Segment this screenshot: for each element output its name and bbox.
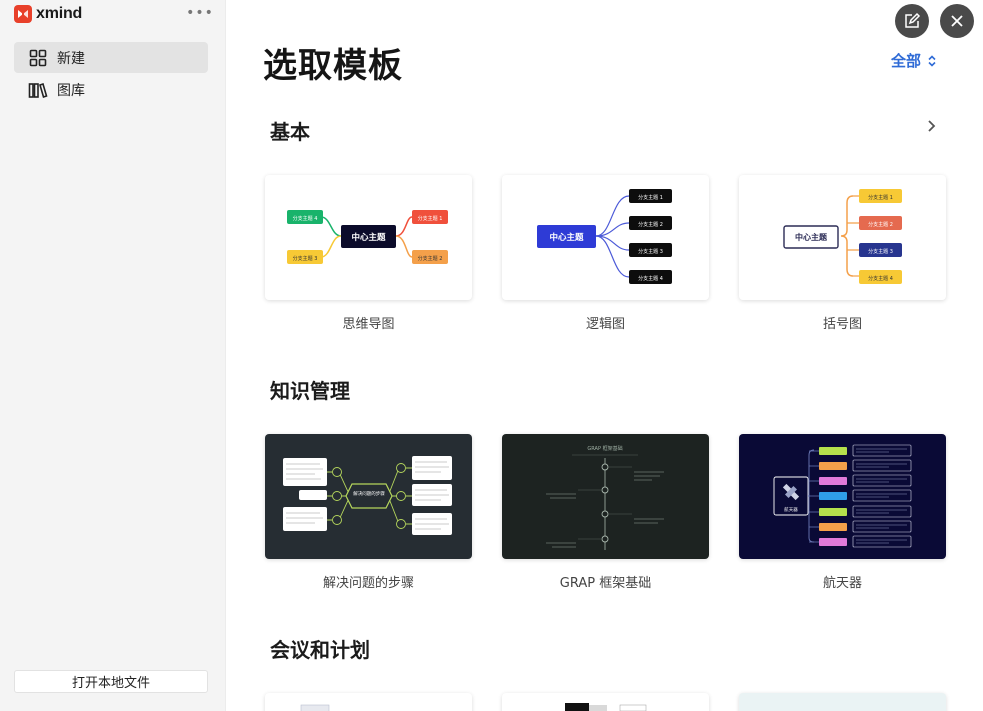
map-center: GRAP 框架基础 xyxy=(587,445,622,452)
template-card-grap-framework[interactable]: GRAP 框架基础 xyxy=(502,434,709,559)
close-button[interactable] xyxy=(940,4,974,38)
section-title-knowledge: 知识管理 xyxy=(270,379,350,403)
main-content: 选取模板 全部 基本 中心主题 分支主题 4 分支主题 3 分支主题 1 分支主… xyxy=(227,0,983,711)
chevron-updown-icon xyxy=(927,54,937,68)
map-branch: 分支主题 2 xyxy=(868,221,893,228)
template-card-brace-map[interactable]: 中心主题 分支主题 1 分支主题 2 分支主题 3 分支主题 4 xyxy=(739,175,946,300)
template-card-problem-solving[interactable]: 解决问题的步骤 xyxy=(265,434,472,559)
map-branch: 分支主题 4 xyxy=(293,215,318,222)
map-branch: 分支主题 3 xyxy=(293,255,318,262)
template-label: GRAP 框架基础 xyxy=(559,576,652,591)
template-label: 逻辑图 xyxy=(585,317,625,332)
section-title-meetings: 会议和计划 xyxy=(270,638,370,662)
template-label: 括号图 xyxy=(822,317,862,332)
map-branch: 分支主题 1 xyxy=(638,194,663,201)
sidebar-item-label: 新建 xyxy=(57,50,85,67)
library-icon xyxy=(28,80,48,100)
template-card-meeting-1[interactable] xyxy=(265,693,472,711)
template-label: 解决问题的步骤 xyxy=(322,576,414,591)
map-branch: 分支主题 3 xyxy=(868,248,893,255)
template-card-meeting-2[interactable] xyxy=(502,693,709,711)
map-branch: 分支主题 3 xyxy=(638,248,663,255)
sidebar: xmind ••• 新建 图库 打开本地文件 xyxy=(0,0,226,711)
template-label: 航天器 xyxy=(822,576,862,591)
close-icon xyxy=(951,15,963,27)
sidebar-item-label: 图库 xyxy=(57,82,85,99)
map-branch: 分支主题 2 xyxy=(418,255,443,262)
sidebar-item-library[interactable]: 图库 xyxy=(14,74,208,105)
edit-icon xyxy=(905,12,921,28)
brand-name: xmind xyxy=(36,5,83,22)
map-center: 中心主题 xyxy=(795,232,828,242)
section-more-button[interactable] xyxy=(923,116,941,136)
sidebar-item-new[interactable]: 新建 xyxy=(14,42,208,73)
template-card-spacecraft[interactable]: 航天器 xyxy=(739,434,946,559)
template-card-mindmap[interactable]: 中心主题 分支主题 4 分支主题 3 分支主题 1 分支主题 2 xyxy=(265,175,472,300)
xmind-logo-icon xyxy=(14,5,32,23)
map-center: 中心主题 xyxy=(549,232,584,243)
grid-icon xyxy=(28,48,48,68)
chevron-right-icon xyxy=(928,120,936,132)
more-options-button[interactable]: ••• xyxy=(186,4,213,22)
map-center: 中心主题 xyxy=(351,232,386,243)
brand: xmind xyxy=(14,4,82,24)
template-card-meeting-3[interactable] xyxy=(739,693,946,711)
page-title: 选取模板 xyxy=(263,46,403,86)
map-center: 解决问题的步骤 xyxy=(353,490,385,497)
open-local-file-button[interactable]: 打开本地文件 xyxy=(14,670,208,693)
map-branch: 分支主题 1 xyxy=(868,194,893,201)
template-label: 思维导图 xyxy=(342,317,395,332)
map-branch: 分支主题 2 xyxy=(638,221,663,228)
filter-dropdown[interactable]: 全部 xyxy=(891,50,937,71)
section-title-basic: 基本 xyxy=(270,120,310,144)
map-branch: 分支主题 4 xyxy=(638,275,663,282)
filter-label: 全部 xyxy=(891,52,922,70)
map-branch: 分支主题 1 xyxy=(418,215,443,222)
map-branch: 分支主题 4 xyxy=(868,275,893,282)
template-card-logic-chart[interactable]: 中心主题 分支主题 1 分支主题 2 分支主题 3 分支主题 4 xyxy=(502,175,709,300)
edit-button[interactable] xyxy=(895,4,929,38)
map-center: 航天器 xyxy=(784,506,798,513)
